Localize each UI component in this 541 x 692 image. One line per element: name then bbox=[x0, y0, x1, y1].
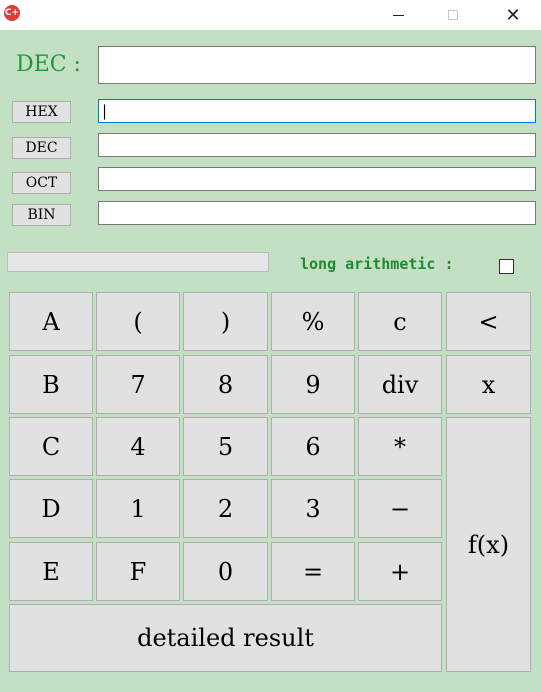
detailed-result-button[interactable]: detailed result bbox=[9, 604, 442, 672]
key-b[interactable]: B bbox=[9, 355, 93, 414]
close-button[interactable]: ✕ bbox=[490, 0, 536, 30]
key-8[interactable]: 8 bbox=[183, 355, 268, 414]
key-d[interactable]: D bbox=[9, 479, 93, 538]
key-a[interactable]: A bbox=[9, 292, 93, 351]
title-bar: C+ ✕ bbox=[0, 0, 541, 30]
key-plus[interactable]: + bbox=[358, 542, 442, 601]
key-clear[interactable]: c bbox=[358, 292, 442, 351]
key-c[interactable]: C bbox=[9, 417, 93, 476]
display-label: DEC : bbox=[16, 52, 81, 77]
key-fx[interactable]: f(x) bbox=[446, 417, 531, 672]
hex-button[interactable]: HEX bbox=[12, 101, 71, 123]
key-4[interactable]: 4 bbox=[96, 417, 180, 476]
progress-bar bbox=[7, 252, 269, 272]
oct-field[interactable] bbox=[98, 167, 536, 191]
oct-button[interactable]: OCT bbox=[12, 172, 71, 194]
key-times[interactable]: x bbox=[446, 355, 531, 414]
key-1[interactable]: 1 bbox=[96, 479, 180, 538]
key-f[interactable]: F bbox=[96, 542, 180, 601]
maximize-icon bbox=[448, 10, 458, 20]
long-arithmetic-label: long arithmetic : bbox=[300, 255, 454, 273]
dec-field[interactable] bbox=[98, 133, 536, 157]
minimize-button[interactable] bbox=[375, 0, 421, 30]
key-2[interactable]: 2 bbox=[183, 479, 268, 538]
key-equals[interactable]: = bbox=[271, 542, 355, 601]
key-percent[interactable]: % bbox=[271, 292, 355, 351]
key-9[interactable]: 9 bbox=[271, 355, 355, 414]
long-arithmetic-checkbox[interactable] bbox=[499, 259, 514, 274]
key-div[interactable]: div bbox=[358, 355, 442, 414]
bin-button[interactable]: BIN bbox=[12, 204, 71, 226]
key-minus[interactable]: − bbox=[358, 479, 442, 538]
close-icon: ✕ bbox=[505, 4, 521, 26]
key-open-paren[interactable]: ( bbox=[96, 292, 180, 351]
key-6[interactable]: 6 bbox=[271, 417, 355, 476]
key-0[interactable]: 0 bbox=[183, 542, 268, 601]
key-5[interactable]: 5 bbox=[183, 417, 268, 476]
key-e[interactable]: E bbox=[9, 542, 93, 601]
hex-field[interactable]: | bbox=[98, 99, 536, 123]
key-close-paren[interactable]: ) bbox=[183, 292, 268, 351]
app-icon: C+ bbox=[4, 5, 20, 21]
key-7[interactable]: 7 bbox=[96, 355, 180, 414]
key-3[interactable]: 3 bbox=[271, 479, 355, 538]
dec-button[interactable]: DEC bbox=[12, 137, 71, 159]
key-backspace[interactable]: < bbox=[446, 292, 531, 351]
bin-field[interactable] bbox=[98, 201, 536, 225]
main-display[interactable] bbox=[98, 46, 536, 84]
key-multiply[interactable]: * bbox=[358, 417, 442, 476]
maximize-button[interactable] bbox=[430, 0, 476, 30]
minimize-icon bbox=[392, 14, 404, 16]
